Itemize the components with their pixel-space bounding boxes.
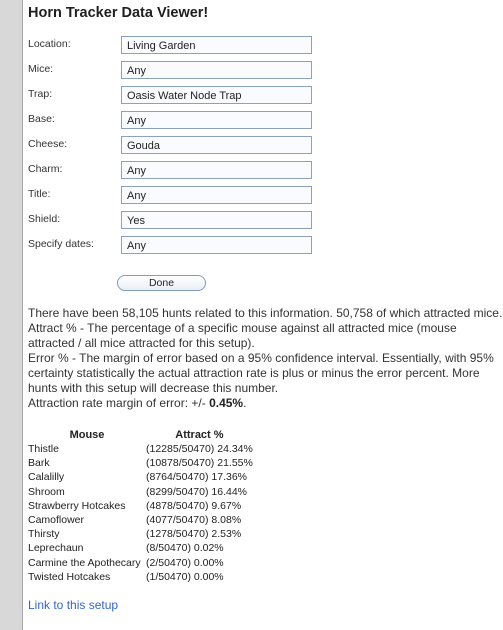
charm-field[interactable]: Any <box>121 161 312 179</box>
table-row: Leprechaun (8/50470) 0.02% <box>28 541 253 555</box>
attract-value: (4077/50470) 8.08% <box>146 514 242 527</box>
mouse-name: Camoflower <box>28 514 85 527</box>
mouse-name: Bark <box>28 457 50 470</box>
attract-value: (8764/50470) 17.36% <box>146 471 247 484</box>
done-button[interactable]: Done <box>117 275 206 291</box>
filter-row-mice: Mice: Any <box>28 61 488 81</box>
attract-value: (1/50470) 0.00% <box>146 570 224 583</box>
table-row: Carmine the Apothecary (2/50470) 0.00% <box>28 556 253 570</box>
margin-prefix: Attraction rate margin of error: +/- <box>28 396 210 410</box>
viewer-panel: Horn Tracker Data Viewer! Location: Livi… <box>22 0 503 630</box>
shield-field[interactable]: Yes <box>121 211 312 229</box>
mouse-name: Thirsty <box>28 528 60 541</box>
mouse-name: Shroom <box>28 485 65 498</box>
attract-value: (8/50470) 0.02% <box>146 542 224 555</box>
table-header-row: Mouse Attract % <box>28 427 253 442</box>
filter-row-base: Base: Any <box>28 111 488 131</box>
mouse-name: Twisted Hotcakes <box>28 570 111 583</box>
setup-link[interactable]: Link to this setup <box>28 598 118 612</box>
shield-label: Shield: <box>28 213 61 225</box>
attract-value: (12285/50470) 24.34% <box>146 443 253 456</box>
mouse-name: Carmine the Apothecary <box>28 556 141 569</box>
error-explanation: Error % - The margin of error based on a… <box>28 351 494 395</box>
trap-label: Trap: <box>28 88 53 100</box>
charm-label: Charm: <box>28 163 63 175</box>
cheese-field[interactable]: Gouda <box>121 136 312 154</box>
trap-field[interactable]: Oasis Water Node Trap <box>121 86 312 104</box>
filter-row-trap: Trap: Oasis Water Node Trap <box>28 86 488 106</box>
mouse-name: Strawberry Hotcakes <box>28 499 126 512</box>
mouse-name: Leprechaun <box>28 542 84 555</box>
table-row: Strawberry Hotcakes (4878/50470) 9.67% <box>28 499 253 513</box>
table-row: Calalilly (8764/50470) 17.36% <box>28 470 253 484</box>
filter-row-shield: Shield: Yes <box>28 211 488 231</box>
filter-row-charm: Charm: Any <box>28 161 488 181</box>
mice-field[interactable]: Any <box>121 61 312 79</box>
results-info: There have been 58,105 hunts related to … <box>28 306 503 411</box>
mouse-name: Thistle <box>28 443 59 456</box>
attract-value: (4878/50470) 9.67% <box>146 499 242 512</box>
table-row: Twisted Hotcakes (1/50470) 0.00% <box>28 570 253 584</box>
filter-row-cheese: Cheese: Gouda <box>28 136 488 156</box>
mouse-name: Calalilly <box>28 471 65 484</box>
page-title: Horn Tracker Data Viewer! <box>28 5 209 21</box>
mice-label: Mice: <box>28 63 54 75</box>
title-field[interactable]: Any <box>121 186 312 204</box>
margin-of-error: Attraction rate margin of error: +/- 0.4… <box>28 396 503 411</box>
hunts-summary: There have been 58,105 hunts related to … <box>28 306 503 320</box>
table-row: Bark (10878/50470) 21.55% <box>28 456 253 470</box>
margin-suffix: . <box>243 396 247 410</box>
base-field[interactable]: Any <box>121 111 312 129</box>
dates-label: Specify dates: <box>28 238 94 250</box>
attract-value: (1278/50470) 2.53% <box>146 528 242 541</box>
dates-field[interactable]: Any <box>121 236 312 254</box>
filter-row-title: Title: Any <box>28 186 488 206</box>
location-label: Location: <box>28 38 71 50</box>
results-table: Mouse Attract % Thistle (12285/50470) 24… <box>28 427 253 584</box>
base-label: Base: <box>28 113 55 125</box>
location-field[interactable]: Living Garden <box>121 36 312 54</box>
table-row: Thistle (12285/50470) 24.34% <box>28 442 253 456</box>
mouse-column-header: Mouse <box>69 428 105 441</box>
table-row: Thirsty (1278/50470) 2.53% <box>28 527 253 541</box>
attract-value: (2/50470) 0.00% <box>146 556 224 569</box>
table-row: Shroom (8299/50470) 16.44% <box>28 485 253 499</box>
margin-value: 0.45% <box>209 396 244 410</box>
title-label: Title: <box>28 188 51 200</box>
filter-row-dates: Specify dates: Any <box>28 236 488 256</box>
attract-value: (10878/50470) 21.55% <box>146 457 253 470</box>
attract-value: (8299/50470) 16.44% <box>146 485 247 498</box>
filter-row-location: Location: Living Garden <box>28 36 488 56</box>
cheese-label: Cheese: <box>28 138 68 150</box>
table-row: Camoflower (4077/50470) 8.08% <box>28 513 253 527</box>
attract-column-header: Attract % <box>175 428 224 441</box>
attract-explanation: Attract % - The percentage of a specific… <box>28 321 457 350</box>
